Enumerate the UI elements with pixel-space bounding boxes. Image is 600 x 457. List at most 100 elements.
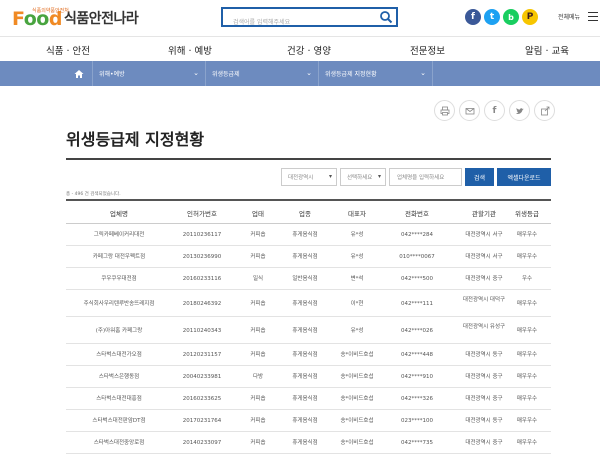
- table-cell: 매우우수: [516, 352, 538, 358]
- table-cell: 휴게음식점: [292, 374, 318, 380]
- table-cell: 대전광역시 유성구: [462, 323, 506, 330]
- facebook-share-icon[interactable]: f: [484, 100, 505, 121]
- region-select[interactable]: 대전광역시 ▾: [281, 168, 337, 186]
- table-cell: 휴게음식점: [292, 232, 318, 238]
- table-cell: 042****500: [401, 276, 433, 282]
- table-cell: 042****284: [401, 232, 433, 238]
- column-header: 관할기관: [472, 210, 496, 218]
- table-cell: 042****910: [401, 374, 433, 380]
- table-cell: 휴게음식점: [292, 300, 318, 307]
- table-cell: 커피숍: [250, 418, 266, 424]
- table-cell: 휴게음식점: [292, 327, 318, 334]
- nav-expert-info[interactable]: 전문정보: [410, 43, 445, 57]
- table-cell: 송*이비드호섭: [340, 440, 374, 446]
- table-cell: 커피숍: [250, 254, 266, 260]
- table-cell: 010****0067: [399, 254, 435, 260]
- table-cell: 042****026: [401, 327, 433, 334]
- table-cell: 유*성: [350, 254, 364, 260]
- table-cell: 스타벅스대전대흥점: [96, 396, 142, 402]
- facebook-icon[interactable]: f: [465, 9, 481, 25]
- table-cell: 그릭카페베이커리대전: [93, 232, 145, 238]
- email-icon[interactable]: [459, 100, 480, 121]
- table-cell: 023****100: [401, 418, 433, 424]
- print-icon[interactable]: [434, 100, 455, 121]
- site-logo[interactable]: 식품의약품안전처 Food 식품안전나라: [12, 5, 139, 29]
- table-row[interactable]: 스타벅스은행동점 20040233981 다방 휴게음식점 송*이비드호섭 042****…: [66, 366, 551, 388]
- table-cell: 20160233116: [182, 276, 222, 282]
- table-row[interactable]: 쿠우쿠우대전점 20160233116 일식 일반음식점 변*석 042****500 대전…: [66, 268, 551, 290]
- table-cell: 송*이비드호섭: [340, 352, 374, 358]
- table-row[interactable]: (주)아워홈 카페그랑 20110240343 커피숍 휴게음식점 유*성 042****…: [66, 317, 551, 344]
- table-row[interactable]: 그릭카페베이커리대전 20110236117 커피숍 휴게음식점 유*성 042****2…: [66, 224, 551, 246]
- home-icon[interactable]: [66, 61, 93, 86]
- table-cell: 스타벅스대전판암DT점: [92, 418, 146, 424]
- table-cell: (주)아워홈 카페그랑: [95, 327, 143, 334]
- table-cell: 매우우수: [516, 418, 538, 424]
- table-cell: 매우우수: [516, 374, 538, 380]
- nav-food-safety[interactable]: 식품 · 안전: [46, 43, 90, 57]
- table-cell: 커피숍: [250, 327, 266, 334]
- share-icon[interactable]: [534, 100, 555, 121]
- table-cell: 휴게음식점: [292, 352, 318, 358]
- blog-icon[interactable]: b: [503, 9, 519, 25]
- table-cell: 042****326: [401, 396, 433, 402]
- table-header: 업체명 인허가번호 업태 업종 대표자 전화번호 관할기관 위생등급: [66, 199, 551, 224]
- table-cell: 20170231764: [182, 418, 222, 424]
- table-cell: 주식회사우리텐루반송뜨레지점: [83, 300, 155, 307]
- twitter-icon[interactable]: t: [484, 9, 500, 25]
- table-cell: 이*현: [350, 300, 364, 307]
- table-cell: 042****448: [401, 352, 433, 358]
- table-cell: 매우우수: [516, 300, 538, 307]
- breadcrumb-item-status[interactable]: 위생등급제 지정현황 ⌄: [319, 61, 433, 86]
- table-cell: 휴게음식점: [292, 254, 318, 260]
- page-title: 위생등급제 지정현황: [66, 130, 205, 149]
- search-icon[interactable]: [379, 10, 393, 24]
- hamburger-menu-icon[interactable]: [588, 12, 598, 24]
- nav-notice-education[interactable]: 알림 · 교육: [525, 43, 569, 57]
- table-cell: 20140233097: [182, 440, 222, 446]
- kakaostory-icon[interactable]: P: [522, 9, 538, 25]
- table-row[interactable]: 스타벅스대전판암DT점 20170231764 커피숍 휴게음식점 송*이비드호섭 023…: [66, 410, 551, 432]
- table-row[interactable]: 카페그랑 대전우펙트점 20130236990 커피숍 휴게음식점 유*성 010****…: [66, 246, 551, 268]
- table-row[interactable]: 스타벅스대전중앙로점 20140233097 커피숍 휴게음식점 송*이비드호섭 042*…: [66, 432, 551, 454]
- table-cell: 일반음식점: [292, 276, 318, 282]
- table-cell: 송*이비드호섭: [340, 396, 374, 402]
- main-nav: 식품 · 안전 위해 · 예방 건강 · 영양 전문정보 알림 · 교육: [0, 36, 600, 61]
- table-cell: 스타벅스대전중앙로점: [93, 440, 145, 446]
- nav-health-nutrition[interactable]: 건강 · 영양: [287, 43, 331, 57]
- table-cell: 커피숍: [250, 352, 266, 358]
- search-button[interactable]: 검색: [465, 168, 494, 186]
- breadcrumb-item-hygiene[interactable]: 위생등급제 ⌄: [206, 61, 319, 86]
- column-header: 전화번호: [405, 210, 429, 218]
- table-cell: 다방: [252, 374, 264, 380]
- title-divider: [66, 158, 551, 160]
- site-header: 식품의약품안전처 Food 식품안전나라 f t b P 전체메뉴: [0, 0, 600, 36]
- table-cell: 송*이비드호섭: [340, 374, 374, 380]
- chevron-down-icon: ▾: [377, 173, 381, 180]
- business-name-input[interactable]: 업체명을 입력하세요: [389, 168, 462, 186]
- table-cell: 대전광역시 동구: [465, 352, 503, 358]
- table-cell: 매우우수: [516, 254, 538, 260]
- share-tools: f: [434, 100, 555, 121]
- column-header: 업태: [252, 210, 264, 218]
- social-links: f t b P: [465, 9, 538, 25]
- table-cell: 카페그랑 대전우펙트점: [92, 254, 146, 260]
- twitter-share-icon[interactable]: [509, 100, 530, 121]
- table-row[interactable]: 스타벅스대전가오점 20120231157 커피숍 휴게음식점 송*이비드호섭 042**…: [66, 344, 551, 366]
- table-cell: 20040233981: [182, 374, 222, 380]
- breadcrumb-item-risk[interactable]: 위해•예방 ⌄: [93, 61, 206, 86]
- table-cell: 송*이비드호섭: [340, 418, 374, 424]
- result-count: 총 - 496 건 검색되었습니다.: [66, 192, 121, 197]
- chevron-down-icon: ⌄: [306, 69, 312, 77]
- nav-risk-prevention[interactable]: 위해 · 예방: [168, 43, 212, 57]
- table-cell: 유*성: [350, 232, 364, 238]
- table-cell: 20180246392: [182, 300, 222, 307]
- table-cell: 매우우수: [516, 440, 538, 446]
- table-row[interactable]: 주식회사우리텐루반송뜨레지점 20180246392 커피숍 휴게음식점 이*현 042*…: [66, 290, 551, 317]
- district-select[interactable]: 선택하세요 ▾: [340, 168, 386, 186]
- all-menu-label[interactable]: 전체메뉴: [558, 12, 580, 21]
- excel-download-button[interactable]: 엑셀다운로드: [497, 168, 551, 186]
- table-row[interactable]: 스타벅스대전대흥점 20160233625 커피숍 휴게음식점 송*이비드호섭 042**…: [66, 388, 551, 410]
- table-cell: 휴게음식점: [292, 440, 318, 446]
- search-input[interactable]: [223, 14, 373, 31]
